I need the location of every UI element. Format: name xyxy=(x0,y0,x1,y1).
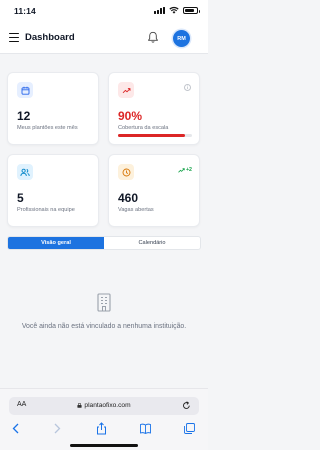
coverage-progress-fill xyxy=(118,134,185,137)
stat-label: Profissionais na equipe xyxy=(17,207,75,213)
stat-card-team-professionals[interactable]: 5 Profissionais na equipe xyxy=(7,154,99,227)
clock-icon xyxy=(118,164,134,180)
view-tabs: Visão geral Calendário xyxy=(7,236,201,250)
page-title: Dashboard xyxy=(25,32,75,43)
app-header: Dashboard RM xyxy=(0,22,208,54)
coverage-progress-bar xyxy=(118,134,192,137)
stat-card-schedule-coverage[interactable]: i 90% Cobertura da escala xyxy=(108,72,200,145)
calendar-icon xyxy=(17,82,33,98)
status-bar: 11:14 xyxy=(0,0,208,22)
hamburger-menu-icon[interactable] xyxy=(9,33,19,42)
forward-arrow-icon[interactable] xyxy=(50,422,63,435)
trend-value: +2 xyxy=(185,167,192,173)
stat-label: Vagas abertas xyxy=(118,207,154,213)
tab-overview[interactable]: Visão geral xyxy=(8,237,104,249)
stat-value: 12 xyxy=(17,109,31,123)
home-indicator xyxy=(70,444,138,447)
stat-value: 5 xyxy=(17,191,24,205)
stat-value: 460 xyxy=(118,191,139,205)
stat-value: 90% xyxy=(118,109,143,123)
browser-toolbar xyxy=(0,422,208,438)
stat-label: Cobertura da escala xyxy=(118,125,169,131)
status-time: 11:14 xyxy=(14,6,36,16)
tab-calendar[interactable]: Calendário xyxy=(104,237,200,249)
cellular-signal-icon xyxy=(154,6,165,14)
info-icon[interactable]: i xyxy=(184,84,191,91)
trend-up-small-icon xyxy=(178,167,185,173)
battery-icon xyxy=(183,6,200,14)
url-text: plantaofixo.com xyxy=(84,402,131,409)
empty-state: Você ainda não está vinculado a nenhuma … xyxy=(0,292,208,332)
stat-card-open-positions[interactable]: +2 460 Vagas abertas xyxy=(108,154,200,227)
address-bar[interactable]: AA plantaofixo.com xyxy=(9,397,199,415)
browser-chrome: AA plantaofixo.com xyxy=(0,388,208,450)
bookmarks-icon[interactable] xyxy=(139,422,152,435)
building-icon xyxy=(97,293,111,312)
user-avatar[interactable]: RM xyxy=(173,30,190,47)
stat-label: Meus plantões este mês xyxy=(17,125,78,131)
url-display[interactable]: plantaofixo.com xyxy=(9,402,199,409)
stat-card-my-shifts[interactable]: 12 Meus plantões este mês xyxy=(7,72,99,145)
users-icon xyxy=(17,164,33,180)
reload-icon[interactable] xyxy=(182,401,191,410)
status-icons xyxy=(154,6,200,14)
empty-state-message: Você ainda não está vinculado a nenhuma … xyxy=(21,323,187,330)
tabs-icon[interactable] xyxy=(183,422,196,435)
bell-icon[interactable] xyxy=(147,31,159,44)
trend-up-icon xyxy=(118,82,134,98)
back-arrow-icon[interactable] xyxy=(10,422,23,435)
lock-icon xyxy=(77,402,83,408)
wifi-icon xyxy=(169,6,179,14)
trend-badge: +2 xyxy=(178,167,192,173)
share-icon[interactable] xyxy=(95,422,108,435)
